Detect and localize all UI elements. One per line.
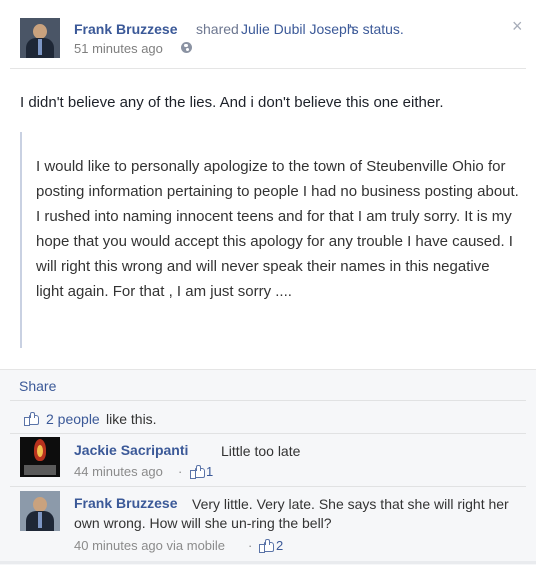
comment-avatar[interactable] [20, 437, 60, 477]
shared-post: Frank Bruzzese shared Julie Dubil Joseph… [0, 0, 536, 565]
separator-dot: · [178, 464, 183, 479]
feedback-area: Share 2 people like this. Jackie Sacripa… [0, 369, 536, 565]
comment-timestamp[interactable]: 40 minutes ago via mobile [74, 538, 225, 553]
share-button[interactable]: Share [19, 378, 56, 394]
comment-text: Little too late [221, 443, 301, 459]
comment-text: Very little. Very late. She says that sh… [74, 496, 509, 531]
shared-text: shared [196, 21, 239, 37]
comment-like-count[interactable]: 2 [276, 538, 283, 553]
separator-dot: · [248, 538, 253, 553]
author-name[interactable]: Frank Bruzzese [74, 21, 177, 37]
ufi-divider [10, 486, 526, 487]
like-icon [24, 412, 39, 426]
comment-like-count[interactable]: 1 [206, 464, 213, 479]
shared-status-link[interactable]: 's status. [349, 21, 404, 37]
status-message: I didn't believe any of the lies. And i … [20, 94, 444, 111]
comment-timestamp[interactable]: 44 minutes ago [74, 464, 163, 479]
ufi-divider [10, 433, 526, 434]
comment-avatar[interactable] [20, 491, 60, 531]
ufi-divider [10, 400, 526, 401]
quote-text: I would like to personally apologize to … [36, 158, 519, 300]
shared-source-link[interactable]: Julie Dubil Joseph [241, 21, 355, 37]
post-timestamp[interactable]: 51 minutes ago [74, 41, 163, 56]
shared-quote: I would like to personally apologize to … [20, 132, 519, 348]
author-avatar[interactable] [20, 18, 60, 58]
likes-suffix: like this. [106, 411, 157, 427]
likes-count-link[interactable]: 2 people [46, 411, 100, 427]
like-icon [190, 465, 205, 479]
like-icon [259, 539, 274, 553]
close-icon[interactable]: × [512, 16, 523, 36]
comment-author[interactable]: Jackie Sacripanti [74, 442, 188, 458]
header-divider [10, 68, 526, 69]
globe-icon [181, 42, 192, 53]
